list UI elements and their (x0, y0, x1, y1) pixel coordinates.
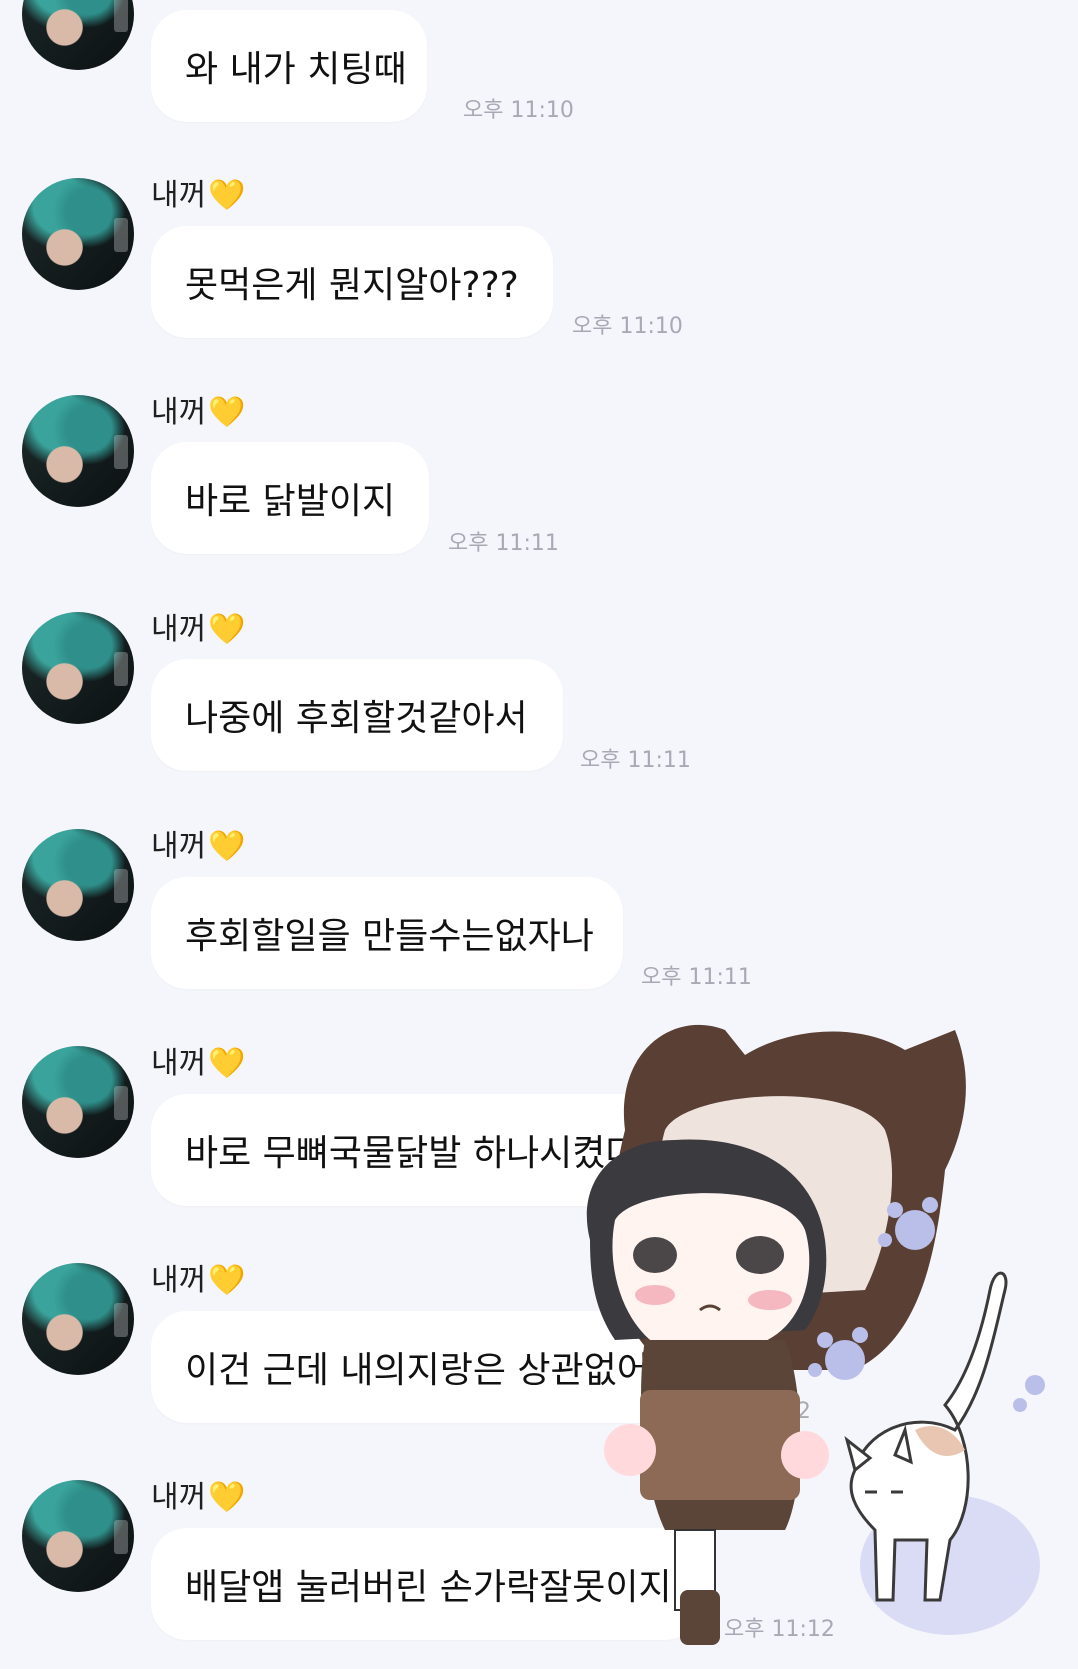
message-text: 배달앱 눌러버린 손가락잘못이지 (185, 1567, 672, 1608)
message-text: 이건 근데 내의지랑은 상관없어 (185, 1350, 650, 1391)
sender-name: 내꺼💛 (151, 829, 246, 864)
message-time: 오후 11:11 (580, 748, 691, 773)
message-bubble[interactable]: 나중에 후회할것같아서 (151, 659, 563, 771)
message-time: 오후 11:12 (700, 1399, 811, 1424)
message-text: 나중에 후회할것같아서 (185, 698, 528, 739)
sender-name: 내꺼💛 (151, 612, 246, 647)
sender-name: 내꺼💛 (151, 395, 246, 430)
message-bubble[interactable]: 이건 근데 내의지랑은 상관없어 (151, 1311, 679, 1423)
message-time: 오후 11:11 (641, 965, 752, 990)
message-bubble[interactable]: 배달앱 눌러버린 손가락잘못이지 (151, 1528, 701, 1640)
sender-avatar[interactable] (22, 1046, 134, 1158)
yellow-heart-icon: 💛 (208, 395, 246, 430)
message-bubble[interactable]: 와 내가 치팅때 (151, 10, 427, 122)
chat-message-list[interactable]: 와 내가 치팅때 오후 11:10 내꺼💛 못먹은게 뭔지알아??? 오후 11… (0, 0, 1078, 1669)
sender-avatar[interactable] (22, 612, 134, 724)
yellow-heart-icon: 💛 (208, 829, 246, 864)
yellow-heart-icon: 💛 (208, 1480, 246, 1515)
sender-avatar[interactable] (22, 0, 134, 70)
message-bubble[interactable]: 바로 무뼈국물닭발 하나시켰다 (151, 1094, 675, 1206)
message-text: 바로 무뼈국물닭발 하나시켰다 (185, 1133, 639, 1174)
sender-name: 내꺼💛 (151, 1263, 246, 1298)
sender-name: 내꺼💛 (151, 1480, 246, 1515)
message-time: 오후 11:12 (696, 1182, 807, 1207)
message-text: 바로 닭발이지 (185, 481, 396, 522)
message-text: 못먹은게 뭔지알아??? (185, 265, 519, 306)
message-time: 오후 11:12 (724, 1617, 835, 1642)
yellow-heart-icon: 💛 (208, 612, 246, 647)
message-bubble[interactable]: 후회할일을 만들수는없자나 (151, 877, 623, 989)
yellow-heart-icon: 💛 (208, 1263, 246, 1298)
sender-avatar[interactable] (22, 829, 134, 941)
sender-avatar[interactable] (22, 1480, 134, 1592)
message-bubble[interactable]: 바로 닭발이지 (151, 442, 429, 554)
yellow-heart-icon: 💛 (208, 178, 246, 213)
sender-avatar[interactable] (22, 395, 134, 507)
message-time: 오후 11:10 (572, 314, 683, 339)
message-text: 와 내가 치팅때 (185, 49, 407, 90)
sender-name: 내꺼💛 (151, 1046, 246, 1081)
sender-name: 내꺼💛 (151, 178, 246, 213)
message-bubble[interactable]: 못먹은게 뭔지알아??? (151, 226, 553, 338)
message-text: 후회할일을 만들수는없자나 (185, 916, 594, 957)
message-time: 오후 11:11 (448, 531, 559, 556)
yellow-heart-icon: 💛 (208, 1046, 246, 1081)
sender-avatar[interactable] (22, 1263, 134, 1375)
message-time: 오후 11:10 (463, 98, 574, 123)
sender-avatar[interactable] (22, 178, 134, 290)
